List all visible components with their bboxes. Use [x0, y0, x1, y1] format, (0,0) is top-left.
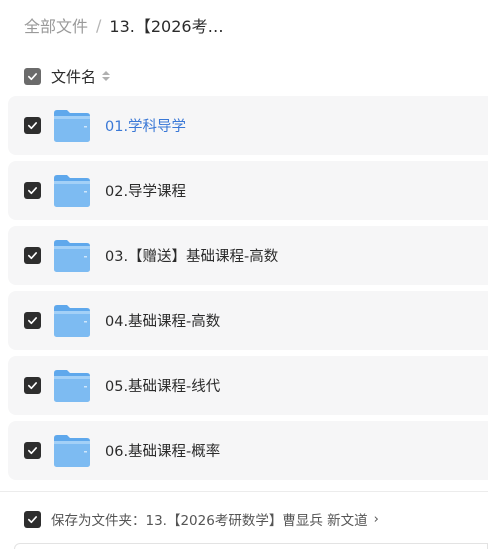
folder-icon [53, 434, 91, 468]
file-row[interactable]: 05.基础课程-线代 [8, 356, 488, 415]
file-checkbox[interactable] [24, 377, 41, 394]
chevron-right-icon[interactable]: › [374, 512, 379, 527]
check-icon [28, 317, 37, 325]
check-icon [28, 515, 37, 523]
footer-divider [0, 491, 488, 492]
file-name[interactable]: 06.基础课程-概率 [105, 440, 220, 461]
file-list: 01.学科导学 02.导学课程 03.【赠送】基础课程-高数 04.基础课程-高… [8, 96, 488, 486]
folder-icon [53, 109, 91, 143]
check-icon [28, 382, 37, 390]
folder-icon [53, 304, 91, 338]
sort-icon[interactable] [102, 71, 111, 81]
save-as-folder-option[interactable]: 保存为文件夹：13.【2026考研数学】曹显兵 新文道 › [24, 509, 379, 529]
file-row[interactable]: 04.基础课程-高数 [8, 291, 488, 350]
folder-icon [53, 174, 91, 208]
breadcrumb-current: 13.【2026考… [109, 17, 224, 36]
check-icon [28, 447, 37, 455]
column-header-filename[interactable]: 文件名 [51, 66, 96, 87]
file-checkbox[interactable] [24, 117, 41, 134]
file-checkbox[interactable] [24, 312, 41, 329]
file-checkbox[interactable] [24, 442, 41, 459]
folder-icon [53, 239, 91, 273]
file-name[interactable]: 04.基础课程-高数 [105, 310, 220, 331]
breadcrumb-separator: / [96, 15, 102, 35]
breadcrumb-root-link[interactable]: 全部文件 [24, 13, 88, 37]
bottom-panel-edge [14, 543, 488, 549]
select-all-checkbox[interactable] [24, 67, 41, 85]
file-name[interactable]: 05.基础课程-线代 [105, 375, 220, 396]
file-row[interactable]: 01.学科导学 [8, 96, 488, 155]
file-row[interactable]: 02.导学课程 [8, 161, 488, 220]
file-row[interactable]: 06.基础课程-概率 [8, 421, 488, 480]
save-as-folder-checkbox[interactable] [24, 510, 41, 528]
folder-icon [53, 369, 91, 403]
file-name[interactable]: 02.导学课程 [105, 180, 186, 201]
breadcrumb: 全部文件 / 13.【2026考… [24, 13, 224, 37]
file-checkbox[interactable] [24, 182, 41, 199]
check-icon [28, 72, 37, 80]
file-row[interactable]: 03.【赠送】基础课程-高数 [8, 226, 488, 285]
check-icon [28, 122, 37, 130]
save-as-folder-label[interactable]: 保存为文件夹：13.【2026考研数学】曹显兵 新文道 [51, 509, 368, 529]
list-header: 文件名 [24, 65, 111, 87]
check-icon [28, 187, 37, 195]
file-name[interactable]: 01.学科导学 [105, 115, 186, 136]
file-checkbox[interactable] [24, 247, 41, 264]
file-name[interactable]: 03.【赠送】基础课程-高数 [105, 245, 278, 266]
check-icon [28, 252, 37, 260]
